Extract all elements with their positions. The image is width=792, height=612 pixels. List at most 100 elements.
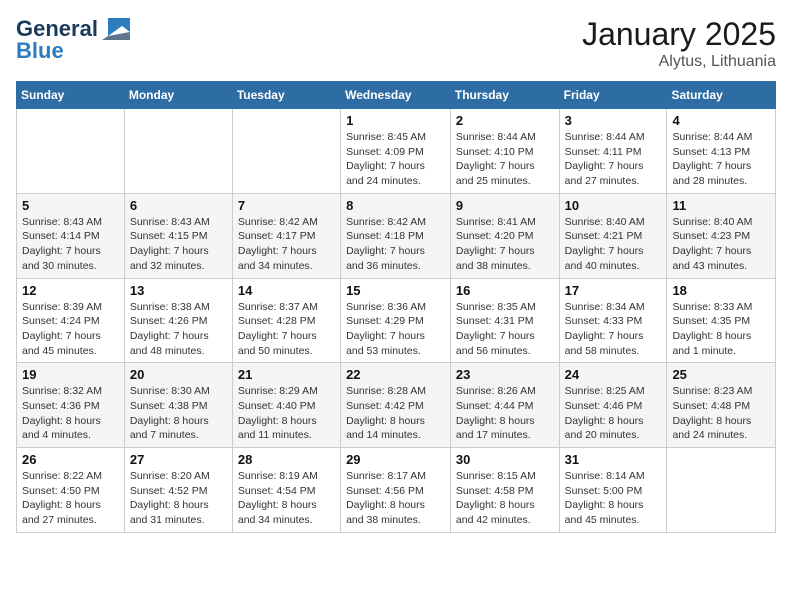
header-row: SundayMondayTuesdayWednesdayThursdayFrid… xyxy=(17,82,776,109)
calendar-week-1: 1Sunrise: 8:45 AM Sunset: 4:09 PM Daylig… xyxy=(17,109,776,194)
calendar-cell: 19Sunrise: 8:32 AM Sunset: 4:36 PM Dayli… xyxy=(17,363,125,448)
day-info: Sunrise: 8:30 AM Sunset: 4:38 PM Dayligh… xyxy=(130,384,227,443)
calendar-week-2: 5 Sunrise: 8:43 AM Sunset: 4:14 PM Daylig… xyxy=(17,193,776,278)
day-info: Sunrise: 8:38 AM Sunset: 4:26 PM Dayligh… xyxy=(130,300,227,359)
calendar-week-3: 12Sunrise: 8:39 AM Sunset: 4:24 PM Dayli… xyxy=(17,278,776,363)
calendar-cell: 15 Sunrise: 8:36 AM Sunset: 4:29 PM Dayli… xyxy=(341,278,451,363)
day-number: 7 xyxy=(238,198,335,213)
day-number: 15 xyxy=(346,283,445,298)
calendar-cell: 13 Sunrise: 8:38 AM Sunset: 4:26 PM Dayli… xyxy=(124,278,232,363)
logo: General Blue xyxy=(16,16,130,64)
day-number: 22 xyxy=(346,367,445,382)
day-info: Sunrise: 8:17 AM Sunset: 4:56 PM Dayligh… xyxy=(346,469,445,528)
day-info: Sunrise: 8:29 AM Sunset: 4:40 PM Dayligh… xyxy=(238,384,335,443)
calendar-cell: 3 Sunrise: 8:44 AM Sunset: 4:11 PM Daylig… xyxy=(559,109,667,194)
day-info: Sunrise: 8:42 AM Sunset: 4:17 PM Dayligh… xyxy=(238,215,335,274)
day-number: 13 xyxy=(130,283,227,298)
day-number: 25 xyxy=(672,367,770,382)
day-number: 5 xyxy=(22,198,119,213)
day-number: 14 xyxy=(238,283,335,298)
day-info: Sunrise: 8:23 AM Sunset: 4:48 PM Dayligh… xyxy=(672,384,770,443)
page-header: General Blue January 2025 Alytus, Lithua… xyxy=(16,16,776,71)
calendar-cell: 12Sunrise: 8:39 AM Sunset: 4:24 PM Dayli… xyxy=(17,278,125,363)
day-number: 2 xyxy=(456,113,554,128)
day-number: 17 xyxy=(565,283,662,298)
col-header-saturday: Saturday xyxy=(667,82,776,109)
calendar-cell: 14 Sunrise: 8:37 AM Sunset: 4:28 PM Dayli… xyxy=(232,278,340,363)
calendar-cell xyxy=(124,109,232,194)
day-number: 4 xyxy=(672,113,770,128)
day-number: 27 xyxy=(130,452,227,467)
day-number: 16 xyxy=(456,283,554,298)
calendar-cell: 23Sunrise: 8:26 AM Sunset: 4:44 PM Dayli… xyxy=(450,363,559,448)
page-subtitle: Alytus, Lithuania xyxy=(582,53,776,71)
day-info: Sunrise: 8:43 AM Sunset: 4:15 PM Dayligh… xyxy=(130,215,227,274)
calendar-cell: 10Sunrise: 8:40 AM Sunset: 4:21 PM Dayli… xyxy=(559,193,667,278)
calendar-cell: 22 Sunrise: 8:28 AM Sunset: 4:42 PM Dayli… xyxy=(341,363,451,448)
calendar-cell: 1Sunrise: 8:45 AM Sunset: 4:09 PM Daylig… xyxy=(341,109,451,194)
calendar-cell xyxy=(667,448,776,533)
day-number: 10 xyxy=(565,198,662,213)
calendar-cell: 31Sunrise: 8:14 AM Sunset: 5:00 PM Dayli… xyxy=(559,448,667,533)
day-number: 20 xyxy=(130,367,227,382)
calendar-week-5: 26 Sunrise: 8:22 AM Sunset: 4:50 PM Dayli… xyxy=(17,448,776,533)
calendar-table: SundayMondayTuesdayWednesdayThursdayFrid… xyxy=(16,81,776,533)
day-number: 9 xyxy=(456,198,554,213)
logo-blue-text: Blue xyxy=(16,38,64,64)
day-info: Sunrise: 8:25 AM Sunset: 4:46 PM Dayligh… xyxy=(565,384,662,443)
day-info: Sunrise: 8:35 AM Sunset: 4:31 PM Dayligh… xyxy=(456,300,554,359)
calendar-cell: 27 Sunrise: 8:20 AM Sunset: 4:52 PM Dayli… xyxy=(124,448,232,533)
calendar-cell: 28Sunrise: 8:19 AM Sunset: 4:54 PM Dayli… xyxy=(232,448,340,533)
calendar-cell: 29 Sunrise: 8:17 AM Sunset: 4:56 PM Dayli… xyxy=(341,448,451,533)
calendar-cell: 25 Sunrise: 8:23 AM Sunset: 4:48 PM Dayli… xyxy=(667,363,776,448)
day-info: Sunrise: 8:28 AM Sunset: 4:42 PM Dayligh… xyxy=(346,384,445,443)
calendar-cell xyxy=(232,109,340,194)
calendar-cell: 4 Sunrise: 8:44 AM Sunset: 4:13 PM Daylig… xyxy=(667,109,776,194)
calendar-cell xyxy=(17,109,125,194)
day-info: Sunrise: 8:19 AM Sunset: 4:54 PM Dayligh… xyxy=(238,469,335,528)
day-info: Sunrise: 8:33 AM Sunset: 4:35 PM Dayligh… xyxy=(672,300,770,359)
col-header-tuesday: Tuesday xyxy=(232,82,340,109)
col-header-thursday: Thursday xyxy=(450,82,559,109)
col-header-monday: Monday xyxy=(124,82,232,109)
day-info: Sunrise: 8:40 AM Sunset: 4:23 PM Dayligh… xyxy=(672,215,770,274)
col-header-sunday: Sunday xyxy=(17,82,125,109)
calendar-cell: 24Sunrise: 8:25 AM Sunset: 4:46 PM Dayli… xyxy=(559,363,667,448)
day-number: 18 xyxy=(672,283,770,298)
calendar-cell: 21 Sunrise: 8:29 AM Sunset: 4:40 PM Dayli… xyxy=(232,363,340,448)
calendar-cell: 30Sunrise: 8:15 AM Sunset: 4:58 PM Dayli… xyxy=(450,448,559,533)
col-header-wednesday: Wednesday xyxy=(341,82,451,109)
day-number: 3 xyxy=(565,113,662,128)
day-info: Sunrise: 8:44 AM Sunset: 4:13 PM Dayligh… xyxy=(672,130,770,189)
calendar-cell: 9 Sunrise: 8:41 AM Sunset: 4:20 PM Daylig… xyxy=(450,193,559,278)
day-info: Sunrise: 8:42 AM Sunset: 4:18 PM Dayligh… xyxy=(346,215,445,274)
day-number: 30 xyxy=(456,452,554,467)
day-info: Sunrise: 8:26 AM Sunset: 4:44 PM Dayligh… xyxy=(456,384,554,443)
day-info: Sunrise: 8:43 AM Sunset: 4:14 PM Dayligh… xyxy=(22,215,119,274)
day-number: 12 xyxy=(22,283,119,298)
day-info: Sunrise: 8:37 AM Sunset: 4:28 PM Dayligh… xyxy=(238,300,335,359)
calendar-cell: 7 Sunrise: 8:42 AM Sunset: 4:17 PM Daylig… xyxy=(232,193,340,278)
calendar-cell: 18 Sunrise: 8:33 AM Sunset: 4:35 PM Dayli… xyxy=(667,278,776,363)
day-info: Sunrise: 8:41 AM Sunset: 4:20 PM Dayligh… xyxy=(456,215,554,274)
day-number: 31 xyxy=(565,452,662,467)
day-number: 29 xyxy=(346,452,445,467)
calendar-cell: 17Sunrise: 8:34 AM Sunset: 4:33 PM Dayli… xyxy=(559,278,667,363)
col-header-friday: Friday xyxy=(559,82,667,109)
day-info: Sunrise: 8:20 AM Sunset: 4:52 PM Dayligh… xyxy=(130,469,227,528)
day-info: Sunrise: 8:36 AM Sunset: 4:29 PM Dayligh… xyxy=(346,300,445,359)
day-number: 26 xyxy=(22,452,119,467)
day-number: 21 xyxy=(238,367,335,382)
calendar-cell: 11 Sunrise: 8:40 AM Sunset: 4:23 PM Dayli… xyxy=(667,193,776,278)
day-number: 11 xyxy=(672,198,770,213)
day-info: Sunrise: 8:44 AM Sunset: 4:11 PM Dayligh… xyxy=(565,130,662,189)
calendar-cell: 20 Sunrise: 8:30 AM Sunset: 4:38 PM Dayli… xyxy=(124,363,232,448)
page-title: January 2025 xyxy=(582,16,776,53)
day-number: 19 xyxy=(22,367,119,382)
calendar-cell: 2 Sunrise: 8:44 AM Sunset: 4:10 PM Daylig… xyxy=(450,109,559,194)
calendar-cell: 5 Sunrise: 8:43 AM Sunset: 4:14 PM Daylig… xyxy=(17,193,125,278)
day-info: Sunrise: 8:44 AM Sunset: 4:10 PM Dayligh… xyxy=(456,130,554,189)
day-info: Sunrise: 8:45 AM Sunset: 4:09 PM Dayligh… xyxy=(346,130,445,189)
calendar-cell: 16 Sunrise: 8:35 AM Sunset: 4:31 PM Dayli… xyxy=(450,278,559,363)
day-info: Sunrise: 8:22 AM Sunset: 4:50 PM Dayligh… xyxy=(22,469,119,528)
